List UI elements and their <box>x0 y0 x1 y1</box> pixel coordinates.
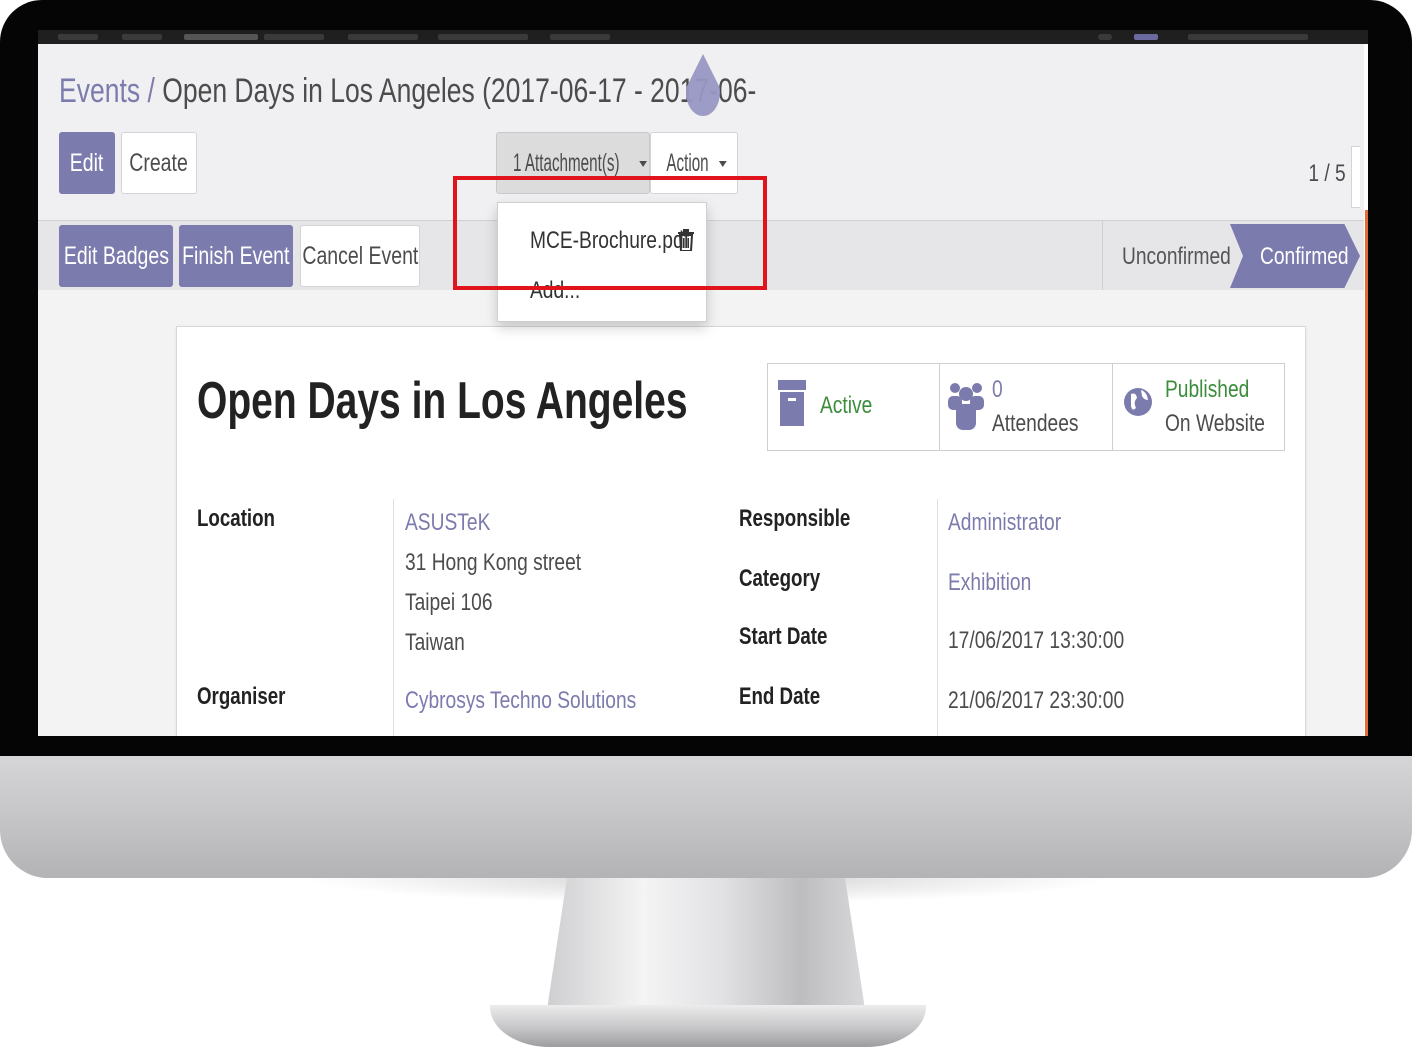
monitor-stand-base <box>490 1005 926 1047</box>
breadcrumb-current: Open Days in Los Angeles (2017-06-17 - 2… <box>162 72 757 110</box>
users-icon <box>948 383 985 430</box>
monitor-chin <box>0 756 1412 878</box>
attendees-label: Attendees <box>992 410 1079 437</box>
status-divider <box>1102 221 1103 291</box>
status-confirmed[interactable]: Confirmed <box>1260 243 1349 271</box>
website-smart-button[interactable]: Published On Website <box>1113 364 1284 450</box>
browser-tab-bar <box>38 30 1368 44</box>
event-title: Open Days in Los Angeles <box>197 372 688 430</box>
active-label: Active <box>820 392 873 419</box>
pager-value[interactable]: 1 / 5 <box>1309 160 1346 188</box>
browser-user-menu[interactable] <box>1188 34 1308 40</box>
page-edge-accent <box>1365 210 1368 736</box>
category-label: Category <box>739 565 821 592</box>
extension-icon[interactable] <box>1134 34 1158 40</box>
address-line-2: Taipei 106 <box>405 589 493 616</box>
red-highlight-box <box>453 176 767 290</box>
archive-icon <box>778 380 806 426</box>
column-divider <box>393 499 394 736</box>
organiser-label: Organiser <box>197 683 286 710</box>
edit-button[interactable]: Edit <box>59 132 115 194</box>
location-label: Location <box>197 505 275 532</box>
browser-tab[interactable] <box>122 34 162 40</box>
end-date-label: End Date <box>739 683 821 710</box>
profile-icon[interactable] <box>1098 34 1112 40</box>
end-date-value: 21/06/2017 23:30:00 <box>948 687 1125 714</box>
browser-tab[interactable] <box>348 34 418 40</box>
responsible-link[interactable]: Administrator <box>948 509 1061 537</box>
column-divider <box>937 499 938 736</box>
on-website-label: On Website <box>1164 410 1265 437</box>
browser-tab[interactable] <box>264 34 324 40</box>
attendees-smart-button[interactable]: 0 Attendees <box>940 364 1113 450</box>
organiser-link[interactable]: Cybrosys Techno Solutions <box>405 687 636 715</box>
category-link[interactable]: Exhibition <box>948 569 1031 597</box>
breadcrumb: Events / Open Days in Los Angeles (2017-… <box>59 72 756 111</box>
browser-tab[interactable] <box>58 34 98 40</box>
status-unconfirmed[interactable]: Unconfirmed <box>1122 243 1231 271</box>
active-smart-button[interactable]: Active <box>768 364 941 450</box>
form-sheet: Open Days in Los Angeles Active 0 Attend… <box>176 326 1306 736</box>
smart-button-box: Active 0 Attendees Published On Website <box>767 363 1285 451</box>
start-date-label: Start Date <box>739 623 828 650</box>
create-button[interactable]: Create <box>121 132 197 194</box>
browser-tab[interactable] <box>550 34 610 40</box>
breadcrumb-events-link[interactable]: Events / <box>59 72 155 110</box>
chevron-down-icon <box>719 160 728 167</box>
address-line-1: 31 Hong Kong street <box>405 549 582 576</box>
published-label: Published <box>1164 376 1249 403</box>
browser-tab[interactable] <box>438 34 528 40</box>
cursor-drop-icon <box>686 54 720 116</box>
chevron-down-icon <box>639 160 648 167</box>
address-line-3: Taiwan <box>405 629 465 656</box>
edit-badges-button[interactable]: Edit Badges <box>59 225 173 287</box>
browser-tab-active[interactable] <box>184 34 258 40</box>
globe-icon <box>1123 388 1152 416</box>
attendees-count: 0 <box>992 376 1004 403</box>
cancel-event-button[interactable]: Cancel Event <box>300 225 420 287</box>
location-link[interactable]: ASUSTeK <box>405 509 490 537</box>
start-date-value: 17/06/2017 13:30:00 <box>948 627 1125 654</box>
screen: Events / Open Days in Los Angeles (2017-… <box>38 30 1368 736</box>
finish-event-button[interactable]: Finish Event <box>179 225 293 287</box>
responsible-label: Responsible <box>739 505 851 532</box>
pager-previous-button[interactable] <box>1351 146 1360 208</box>
